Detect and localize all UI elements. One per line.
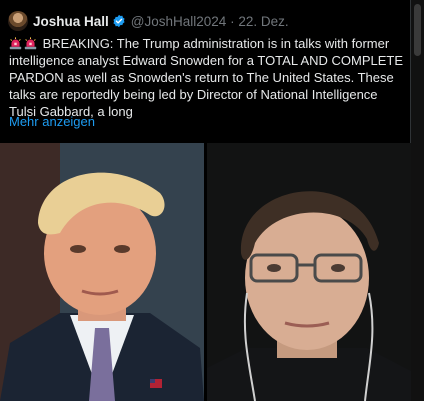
author-name[interactable]: Joshua Hall <box>33 14 109 29</box>
show-more-link[interactable]: Mehr anzeigen <box>9 114 95 129</box>
portrait-right-image <box>207 143 411 401</box>
handle-text[interactable]: @JoshHall2024 <box>131 14 227 29</box>
media-photo-right[interactable] <box>207 143 411 401</box>
meta-separator: · <box>230 13 235 29</box>
verified-badge-icon <box>113 14 125 28</box>
tweet-date[interactable]: 22. Dez. <box>238 14 288 29</box>
tweet-header: Joshua Hall @JoshHall2024 · 22. Dez. <box>8 10 289 32</box>
scrollbar-track[interactable] <box>411 0 424 401</box>
author-avatar[interactable] <box>8 11 28 31</box>
tweet-body-text: BREAKING: The Trump administration is in… <box>9 36 404 119</box>
police-siren-icon <box>9 37 22 50</box>
scrollbar-thumb[interactable] <box>414 4 421 56</box>
tweet-text: BREAKING: The Trump administration is in… <box>9 35 405 120</box>
author-handle[interactable]: @JoshHall2024 · 22. Dez. <box>131 14 289 29</box>
tweet-media[interactable] <box>0 143 411 401</box>
portrait-left-image <box>0 143 204 401</box>
tweet-card[interactable]: Joshua Hall @JoshHall2024 · 22. Dez. BRE… <box>0 0 411 401</box>
police-siren-icon <box>24 37 37 50</box>
media-photo-left[interactable] <box>0 143 204 401</box>
